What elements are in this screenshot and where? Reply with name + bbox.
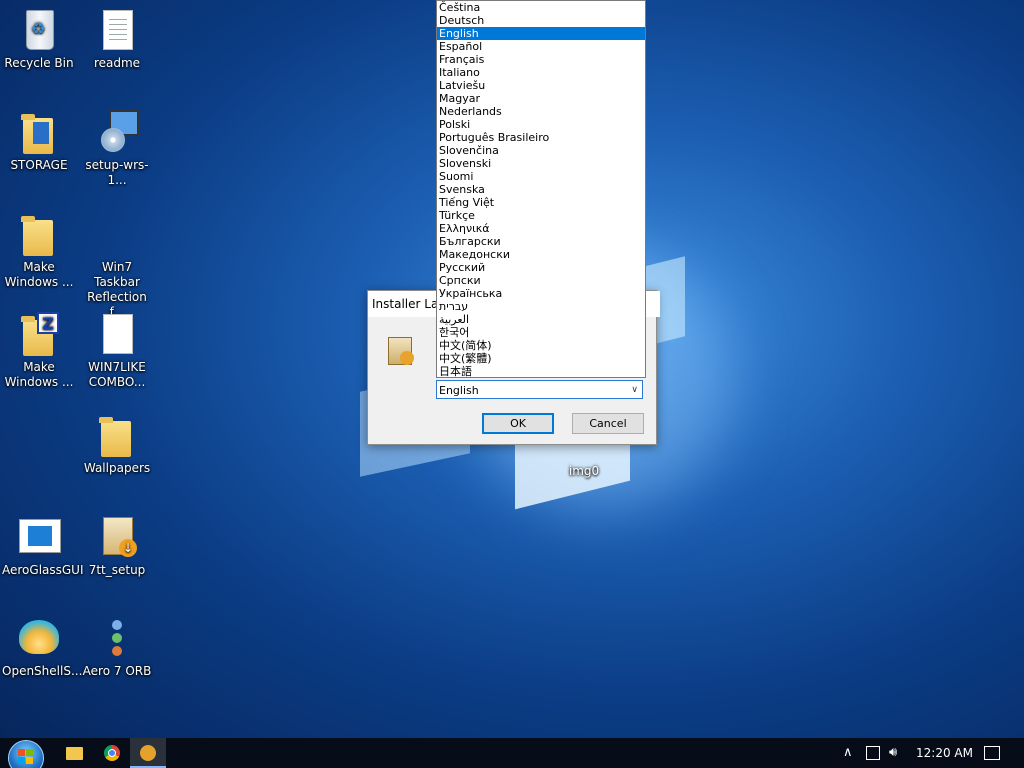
network-icon[interactable]: [866, 746, 880, 760]
desktop-icon-label: Aero 7 ORB: [82, 664, 152, 678]
text-document-icon: [103, 10, 133, 50]
desktop-icon-label: STORAGE: [10, 158, 68, 172]
show-hidden-icons-chevron-icon[interactable]: ∧: [843, 738, 853, 768]
desktop-icon-recycle-bin[interactable]: Recycle Bin: [2, 8, 76, 71]
desktop: Recycle Bin STORAGE Make Windows ... Z M…: [0, 0, 1024, 768]
installer-icon: [386, 333, 416, 367]
language-option[interactable]: Tiếng Việt: [437, 196, 645, 209]
desktop-icon-label: Make Windows ...: [4, 360, 74, 389]
file-explorer-icon: [66, 747, 83, 760]
desktop-icon-label: AeroGlassGUI: [2, 563, 84, 577]
desktop-icon-aero-7-orb[interactable]: Aero 7 ORB: [80, 616, 154, 679]
language-option[interactable]: Polski: [437, 118, 645, 131]
installer-icon: [140, 745, 156, 761]
taskbar: ∧ 🔊︎ 12:20 AM: [0, 738, 1024, 768]
desktop-icon-label: Win7 Taskbar Reflection f...: [87, 260, 147, 319]
language-option[interactable]: 한국어: [437, 326, 645, 339]
desktop-icon-label: OpenShellS...: [2, 664, 83, 678]
recycle-bin-icon: [26, 10, 54, 50]
language-option[interactable]: Svenska: [437, 183, 645, 196]
language-option[interactable]: Nederlands: [437, 105, 645, 118]
orb-icon: [112, 633, 122, 643]
desktop-icon-win7like-combo[interactable]: WIN7LIKE COMBO...: [80, 312, 154, 390]
cd-icon: [101, 128, 125, 152]
language-option[interactable]: Čeština: [437, 1, 645, 14]
language-select-value: English: [439, 384, 479, 397]
desktop-icon-label: img0: [568, 464, 600, 478]
desktop-icon-wallpapers[interactable]: Wallpapers: [80, 413, 154, 476]
language-option[interactable]: Türkçe: [437, 209, 645, 222]
folder-icon: [21, 216, 53, 256]
language-option[interactable]: Español: [437, 40, 645, 53]
language-option[interactable]: Suomi: [437, 170, 645, 183]
chrome-icon: [104, 745, 120, 761]
desktop-icon-label: 7tt_setup: [88, 563, 146, 577]
desktop-icon-label: Recycle Bin: [4, 56, 74, 70]
taskbar-file-explorer[interactable]: [56, 738, 92, 768]
language-option[interactable]: English: [437, 27, 645, 40]
desktop-icon-label: Make Windows ...: [4, 260, 74, 289]
language-option[interactable]: Български: [437, 235, 645, 248]
desktop-icon-make-windows-1[interactable]: Make Windows ...: [2, 212, 76, 290]
document-icon: [103, 314, 133, 354]
language-option[interactable]: Magyar: [437, 92, 645, 105]
language-option[interactable]: Deutsch: [437, 14, 645, 27]
clock[interactable]: 12:20 AM: [916, 738, 973, 768]
folder-icon: [99, 417, 131, 457]
volume-icon[interactable]: 🔊︎: [889, 738, 897, 768]
language-option[interactable]: 中文(简体): [437, 339, 645, 352]
desktop-icon-make-windows-2[interactable]: Z Make Windows ...: [2, 312, 76, 390]
language-option[interactable]: Ελληνικά: [437, 222, 645, 235]
desktop-icon-label: readme: [93, 56, 141, 70]
app-window-icon: [19, 519, 61, 553]
taskbar-installer[interactable]: [130, 738, 166, 768]
language-option[interactable]: Српски: [437, 274, 645, 287]
desktop-icon-7tt-setup[interactable]: ↓ 7tt_setup: [80, 515, 154, 578]
orb-icon: [112, 620, 122, 630]
language-option[interactable]: Slovenski: [437, 157, 645, 170]
start-button[interactable]: [8, 740, 44, 768]
language-option[interactable]: Italiano: [437, 66, 645, 79]
desktop-icon-setup-wrs[interactable]: setup-wrs-1...: [80, 110, 154, 188]
desktop-icon-storage[interactable]: STORAGE: [2, 110, 76, 173]
ok-button[interactable]: OK: [482, 413, 554, 434]
z-badge-icon: Z: [37, 312, 59, 334]
language-option[interactable]: Македонски: [437, 248, 645, 261]
language-option[interactable]: 日本語: [437, 365, 645, 377]
desktop-icon-aeroglassgui[interactable]: AeroGlassGUI: [2, 515, 84, 578]
download-badge-icon: ↓: [119, 539, 137, 557]
language-option[interactable]: العربية: [437, 313, 645, 326]
chevron-down-icon: ∨: [631, 385, 638, 395]
shell-icon: [19, 620, 59, 654]
desktop-icon-openshell[interactable]: OpenShellS...: [2, 616, 83, 679]
desktop-icon-win7-taskbar[interactable]: Win7 Taskbar Reflection f...: [80, 212, 154, 320]
desktop-icon-img0[interactable]: img0: [547, 440, 621, 479]
language-option[interactable]: Slovenčina: [437, 144, 645, 157]
language-select[interactable]: English ∨: [436, 380, 643, 399]
language-option[interactable]: 中文(繁體): [437, 352, 645, 365]
desktop-icon-label: Wallpapers: [83, 461, 151, 475]
action-center-icon[interactable]: [984, 746, 1000, 760]
language-option[interactable]: Latviešu: [437, 79, 645, 92]
orb-icon: [112, 646, 122, 656]
desktop-icon-label: setup-wrs-1...: [85, 158, 149, 187]
folder-overlay-icon: [33, 122, 49, 144]
desktop-icon-readme[interactable]: readme: [80, 8, 154, 71]
language-option[interactable]: Русский: [437, 261, 645, 274]
desktop-icon-label: WIN7LIKE COMBO...: [88, 360, 146, 389]
language-option[interactable]: Português Brasileiro: [437, 131, 645, 144]
taskbar-chrome[interactable]: [94, 738, 130, 768]
cancel-button[interactable]: Cancel: [572, 413, 644, 434]
language-option[interactable]: Українська: [437, 287, 645, 300]
language-dropdown-list: Čeština Deutsch English Español Français Ital…: [436, 0, 646, 378]
language-option[interactable]: עברית: [437, 300, 645, 313]
windows-logo-icon: [18, 749, 34, 765]
language-option[interactable]: Français: [437, 53, 645, 66]
